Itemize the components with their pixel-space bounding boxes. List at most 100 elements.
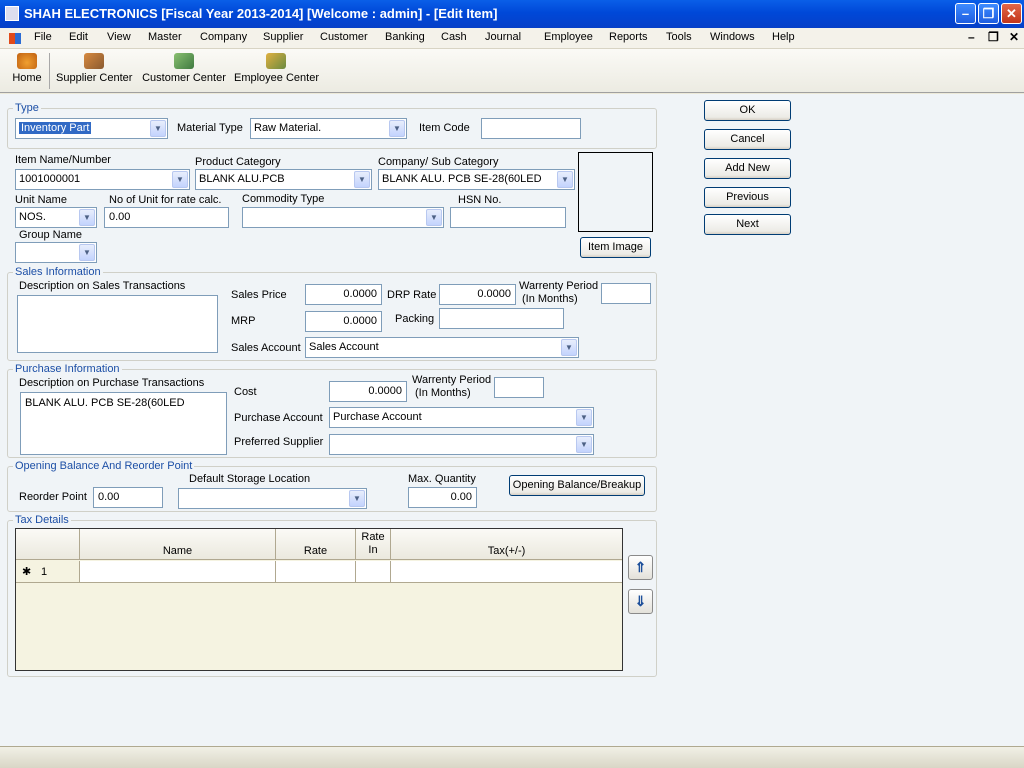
toolbar-customer-center-button[interactable]: Customer Center [142,53,226,84]
menu-windows[interactable]: Windows [710,31,755,43]
tax-rate-in-cell[interactable] [356,561,391,583]
arrow-down-icon: ⇓ [634,593,647,609]
menu-customer[interactable]: Customer [320,31,368,43]
chevron-down-icon: ▼ [557,171,573,188]
item-code-field[interactable] [481,118,581,139]
menu-employee[interactable]: Employee [544,31,593,43]
toolbar-employee-center-button[interactable]: Employee Center [234,53,319,84]
sales-information-title: Sales Information [13,266,103,278]
menu-edit[interactable]: Edit [69,31,88,43]
commodity-type-combo[interactable]: ▼ [242,207,444,228]
reorder-point-label: Reorder Point [19,491,87,503]
move-row-up-button[interactable]: ⇑ [628,555,653,580]
toolbar-home-button[interactable]: Home [10,53,44,84]
no-of-unit-field[interactable]: 0.00 [104,207,229,228]
mrp-label: MRP [231,315,256,327]
move-row-down-button[interactable]: ⇓ [628,589,653,614]
menu-file[interactable]: File [34,31,52,43]
toolbar-employee-center-label: Employee Center [234,72,319,84]
tax-amount-cell[interactable] [391,561,622,583]
sales-price-field[interactable]: 0.0000 [305,284,382,305]
restore-icon: ❐ [982,6,995,21]
menu-banking[interactable]: Banking [385,31,425,43]
menu-help[interactable]: Help [772,31,795,43]
hsn-field[interactable] [450,207,566,228]
storage-location-combo[interactable]: ▼ [178,488,367,509]
sales-account-value: Sales Account [309,341,379,353]
sub-category-combo[interactable]: BLANK ALU. PCB SE-28(60LED ▼ [378,169,575,190]
product-category-combo[interactable]: BLANK ALU.PCB ▼ [195,169,372,190]
packing-field[interactable] [439,308,564,329]
grid-row-header-column [16,529,80,560]
sales-description-field[interactable] [17,295,218,353]
chevron-down-icon: ▼ [349,490,365,507]
next-button[interactable]: Next [704,214,791,235]
product-category-value: BLANK ALU.PCB [199,173,285,185]
mrp-field[interactable]: 0.0000 [305,311,382,332]
sales-account-combo[interactable]: Sales Account ▼ [305,337,579,358]
grid-header-rate-in-line1: Rate [361,531,385,543]
child-restore-icon[interactable]: ❐ [988,30,999,44]
chevron-down-icon: ▼ [172,171,188,188]
preferred-supplier-combo[interactable]: ▼ [329,434,594,455]
menu-reports[interactable]: Reports [609,31,648,43]
no-of-unit-label: No of Unit for rate calc. [109,194,222,206]
grid-header-tax-label: Tax(+/-) [487,545,526,557]
type-combo-value: Inventory Part [19,122,92,134]
cancel-button[interactable]: Cancel [704,129,791,150]
purchase-account-combo[interactable]: Purchase Account ▼ [329,407,594,428]
item-name-label: Item Name/Number [15,154,111,166]
unit-name-combo[interactable]: NOS. ▼ [15,207,97,228]
tax-rate-cell[interactable] [276,561,356,583]
cost-field[interactable]: 0.0000 [329,381,407,402]
menu-tools[interactable]: Tools [666,31,692,43]
menu-view[interactable]: View [107,31,131,43]
minimize-button[interactable]: – [955,3,976,24]
tax-details-grid[interactable]: Name Rate Rate In Tax(+/-) ✱ 1 [15,528,623,671]
tax-name-cell[interactable] [80,561,276,583]
toolbar-supplier-center-button[interactable]: Supplier Center [56,53,132,84]
menu-cash[interactable]: Cash [441,31,467,43]
preferred-supplier-label: Preferred Supplier [234,436,324,448]
storage-location-label: Default Storage Location [189,473,311,485]
add-new-button[interactable]: Add New [704,158,791,179]
table-row[interactable]: ✱ 1 [16,561,80,583]
group-name-combo[interactable]: ▼ [15,242,97,263]
previous-button[interactable]: Previous [704,187,791,208]
child-minimize-icon[interactable]: – [968,30,975,44]
cost-label: Cost [234,386,257,398]
grid-header-rate-in[interactable]: Rate In [356,529,391,560]
reorder-point-field[interactable]: 0.00 [93,487,163,508]
menu-journal[interactable]: Journal [485,31,521,43]
grid-header-name[interactable]: Name [80,529,276,560]
customer-center-icon [174,53,194,69]
sales-warranty-field[interactable] [601,283,651,304]
maximize-button[interactable]: ❐ [978,3,999,24]
item-image-button[interactable]: Item Image [580,237,651,258]
sub-category-label: Company/ Sub Category [378,156,499,168]
type-combo[interactable]: Inventory Part ▼ [15,118,168,139]
menu-company[interactable]: Company [200,31,247,43]
menu-supplier[interactable]: Supplier [263,31,303,43]
child-close-icon[interactable]: ✕ [1009,30,1019,44]
opening-balance-title: Opening Balance And Reorder Point [13,460,195,472]
item-name-combo[interactable]: 1001000001 ▼ [15,169,190,190]
arrow-up-icon: ⇑ [634,559,647,575]
purchase-description-field[interactable]: BLANK ALU. PCB SE-28(60LED [20,392,227,455]
purchase-warranty-label: Warrenty Period [412,374,492,386]
type-group-title: Type [13,102,41,114]
max-quantity-field[interactable]: 0.00 [408,487,477,508]
ok-button[interactable]: OK [704,100,791,121]
close-button[interactable]: ✕ [1001,3,1022,24]
product-category-label: Product Category [195,156,281,168]
unit-name-value: NOS. [19,211,46,223]
unit-name-label: Unit Name [15,194,67,206]
opening-balance-breakup-button[interactable]: Opening Balance/Breakup [509,475,645,496]
material-type-combo[interactable]: Raw Material. ▼ [250,118,407,139]
grid-header-tax[interactable]: Tax(+/-) [391,529,622,560]
home-icon [17,53,37,69]
drp-rate-field[interactable]: 0.0000 [439,284,516,305]
grid-header-rate[interactable]: Rate [276,529,356,560]
purchase-warranty-field[interactable] [494,377,544,398]
menu-master[interactable]: Master [148,31,182,43]
